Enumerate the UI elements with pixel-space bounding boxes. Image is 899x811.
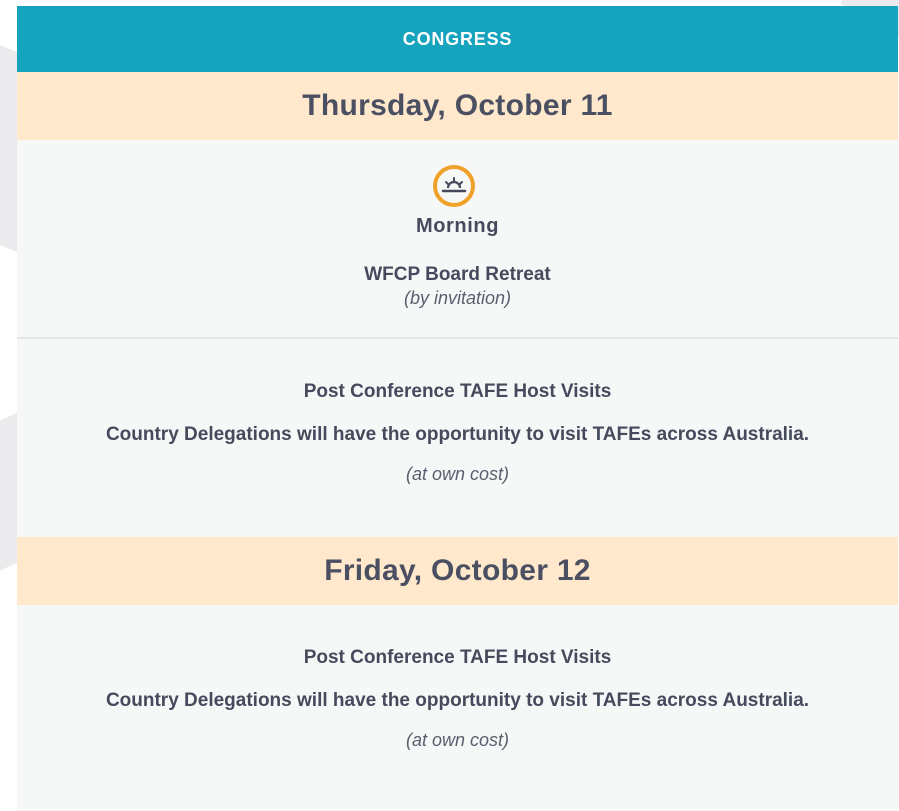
day-title: Thursday, October 11 bbox=[302, 89, 613, 122]
event-note: (by invitation) bbox=[403, 288, 512, 308]
event-title: Post Conference TAFE Host Visits bbox=[303, 381, 612, 402]
sunrise-icon bbox=[433, 165, 475, 207]
event-note: (at own cost) bbox=[405, 730, 510, 750]
page: CONGRESS Thursday, October 11 Morning WF… bbox=[0, 0, 899, 811]
day-title: Friday, October 12 bbox=[324, 554, 591, 587]
period-label: Morning bbox=[415, 215, 500, 237]
congress-header: CONGRESS bbox=[17, 6, 898, 72]
event-title: WFCP Board Retreat bbox=[364, 264, 551, 285]
schedule-panel: CONGRESS Thursday, October 11 Morning WF… bbox=[17, 6, 898, 811]
sunrise-glyph bbox=[441, 177, 467, 193]
session-morning: Morning WFCP Board Retreat (by invitatio… bbox=[17, 140, 898, 339]
session-host-visits-thursday: Post Conference TAFE Host Visits Country… bbox=[17, 339, 898, 537]
event-description: Country Delegations will have the opport… bbox=[105, 424, 810, 445]
session-host-visits-friday: Post Conference TAFE Host Visits Country… bbox=[17, 605, 898, 803]
day-header-thursday: Thursday, October 11 bbox=[17, 72, 898, 140]
congress-title: CONGRESS bbox=[402, 28, 513, 49]
event-description: Country Delegations will have the opport… bbox=[105, 690, 810, 711]
event-note: (at own cost) bbox=[405, 464, 510, 484]
day-header-friday: Friday, October 12 bbox=[17, 537, 898, 605]
event-title: Post Conference TAFE Host Visits bbox=[303, 647, 612, 668]
